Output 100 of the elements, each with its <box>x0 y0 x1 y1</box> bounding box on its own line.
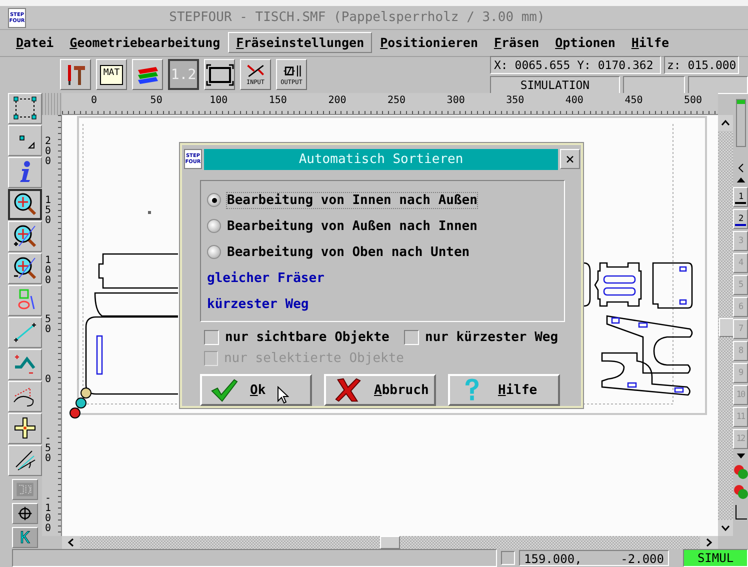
frame-icon <box>204 62 234 87</box>
layer-button[interactable]: 1 <box>733 186 748 207</box>
ruler-label: 200 <box>45 136 52 167</box>
status-indicator <box>501 550 515 565</box>
ruler-label: 300 <box>446 94 465 107</box>
radio-button[interactable] <box>207 245 221 259</box>
ruler-label: 150 <box>268 94 287 107</box>
scroll-right-icon[interactable] <box>700 536 718 549</box>
menu-item[interactable]: Fräsen <box>486 32 548 54</box>
colored-circles-icon[interactable] <box>734 462 748 481</box>
ruler-label: 150 <box>45 196 52 226</box>
scroll-thumb[interactable] <box>719 318 734 337</box>
tools-button[interactable] <box>60 59 91 90</box>
pattern-icon <box>15 480 35 498</box>
ruler-label: 450 <box>624 94 643 107</box>
zoom-icon <box>13 192 37 216</box>
radio-label[interactable]: Bearbeitung von Außen nach Innen <box>227 218 478 234</box>
x-mark-icon <box>334 377 362 403</box>
layers-button[interactable] <box>132 59 163 90</box>
select-tool-button[interactable] <box>8 92 42 124</box>
ruler-label: 50 <box>150 94 162 107</box>
line-tool-button[interactable] <box>8 316 42 348</box>
radio-option[interactable]: Bearbeitung von Innen nach Außen <box>207 187 558 213</box>
ruler-label: -100 <box>45 494 52 534</box>
ruler-label: 350 <box>506 94 524 107</box>
menu-item[interactable]: Datei <box>8 32 62 54</box>
checkbox-label[interactable]: nur sichtbare Objekte <box>225 330 390 345</box>
frame-button[interactable] <box>204 59 235 90</box>
zoom-out-tool-button[interactable] <box>8 252 42 284</box>
info-tool-button[interactable] <box>8 156 42 188</box>
ruler-label: 100 <box>210 94 228 107</box>
cross-tool-button[interactable] <box>8 412 42 444</box>
radio-label[interactable]: Bearbeitung von Innen nach Außen <box>227 192 478 208</box>
radio-option[interactable]: Bearbeitung von Oben nach Unten <box>207 239 558 265</box>
xy-coordinates-field: X: 0065.655 Y: 0170.362 <box>490 56 661 74</box>
radio-button[interactable] <box>207 219 221 233</box>
horizontal-scrollbar[interactable] <box>62 536 718 549</box>
radio-label[interactable]: Bearbeitung von Oben nach Unten <box>227 244 470 260</box>
checkbox-label[interactable]: nur kürzester Weg <box>425 330 558 345</box>
ruler-label: 250 <box>388 94 406 107</box>
material-button[interactable]: MAT <box>96 59 127 90</box>
zoom-tool-button[interactable] <box>8 188 42 220</box>
layer-button[interactable]: 2 <box>733 208 748 229</box>
radio-button[interactable] <box>207 193 221 207</box>
menu-item[interactable]: Hilfe <box>623 32 677 54</box>
scroll-down-icon[interactable] <box>718 520 733 536</box>
menu-item[interactable]: Positionieren <box>372 32 486 54</box>
radio-option[interactable]: Bearbeitung von Außen nach Innen <box>207 213 558 239</box>
scroll-left-icon[interactable] <box>62 536 80 549</box>
polyline-icon <box>13 352 37 376</box>
status-x-value: 159.000, <box>524 550 582 565</box>
mouse-cursor-icon <box>277 386 289 404</box>
ruler-label: -50 <box>45 434 52 464</box>
menu-item[interactable]: Optionen <box>547 32 624 54</box>
menu-item[interactable]: Fräseinstellungen <box>228 32 372 54</box>
target-tool-button[interactable] <box>12 502 38 524</box>
gauge-drawing <box>736 98 746 147</box>
close-button[interactable]: × <box>560 149 580 169</box>
dialog-title: Automatisch Sortieren <box>204 148 558 170</box>
plus-icon <box>13 416 37 440</box>
criterion-option[interactable]: kürzester Weg <box>207 291 558 317</box>
zoom-in-tool-button[interactable] <box>8 220 42 252</box>
pattern-tool-button[interactable] <box>12 478 38 500</box>
scroll-thumb[interactable] <box>380 536 400 549</box>
scroll-up-icon[interactable] <box>718 114 733 131</box>
checkbox[interactable] <box>204 330 219 345</box>
checkbox[interactable] <box>404 330 419 345</box>
measure-tool-button[interactable] <box>8 444 42 476</box>
menu-item[interactable]: Geometriebearbeitung <box>62 32 228 54</box>
window-title: STEPFOUR - TISCH.SMF (Pappelsperrholz / 3.00 mm) <box>168 10 546 26</box>
origin-markers <box>70 387 92 418</box>
polyline-tool-button[interactable] <box>8 348 42 380</box>
checkmark-icon <box>210 377 238 403</box>
ruler-label: 100 <box>45 256 52 286</box>
vertical-scrollbar[interactable] <box>718 114 733 536</box>
ruler-corner <box>42 92 62 115</box>
selection-frame-icon <box>13 96 37 120</box>
input-icon <box>244 63 266 80</box>
ruler-label: 500 <box>684 94 702 107</box>
curve-tool-button[interactable] <box>8 380 42 412</box>
zoom-out-icon <box>13 256 37 280</box>
axis-icon[interactable] <box>734 502 748 521</box>
colored-circles-icon[interactable] <box>734 482 748 501</box>
line-icon <box>13 320 37 344</box>
ok-button[interactable]: Ok <box>200 374 312 406</box>
ruler-label: 400 <box>565 94 584 107</box>
ruler-label: 50 <box>45 315 52 336</box>
ruler-label: 0 <box>45 374 52 385</box>
ruler-label: 200 <box>328 94 346 107</box>
help-button[interactable]: Hilfe <box>448 374 560 406</box>
zoom-in-icon <box>13 224 37 248</box>
numbering-tool-button[interactable] <box>8 284 42 316</box>
criterion-option[interactable]: gleicher Fräser <box>207 265 558 291</box>
point-mark <box>148 210 151 214</box>
z-coordinate-field: z: 015.000 <box>664 56 740 74</box>
mode-field: SIMULATION <box>490 76 620 94</box>
mode-indicator: SIMUL <box>683 548 748 567</box>
ruler-label: 0 <box>91 94 98 107</box>
point-tool-button[interactable] <box>8 124 42 156</box>
cancel-button[interactable]: Abbruch <box>324 374 436 406</box>
